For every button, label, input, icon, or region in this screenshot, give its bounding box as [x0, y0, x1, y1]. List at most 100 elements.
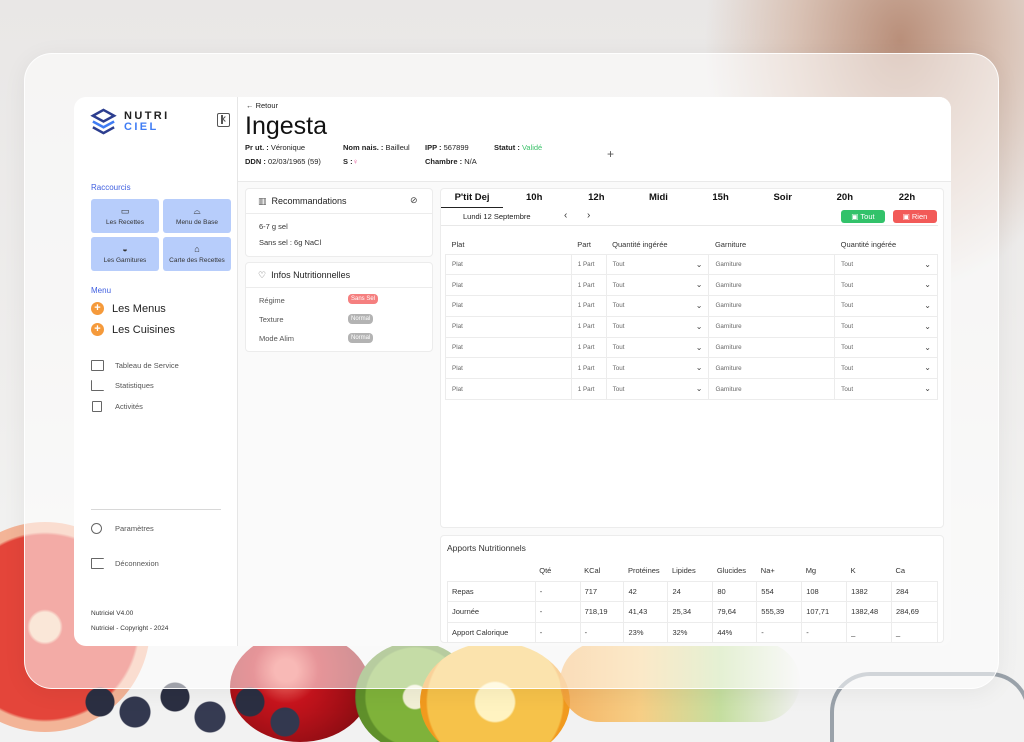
- chevron-down-icon[interactable]: ⌄: [924, 322, 931, 331]
- tab-10h[interactable]: 10h: [503, 189, 565, 208]
- chevron-down-icon[interactable]: ⌄: [924, 280, 931, 289]
- plat-cell[interactable]: Plat: [445, 378, 572, 401]
- value-cell: 24: [667, 580, 714, 602]
- garniture-cell[interactable]: Garniture: [708, 378, 836, 401]
- back-label: Retour: [255, 101, 279, 110]
- info-ipp: IPP : 567899: [425, 143, 469, 152]
- shortcut-menu-de-base[interactable]: ⌓ Menu de Base: [163, 199, 231, 233]
- nav-statistiques[interactable]: Statistiques: [91, 380, 154, 391]
- nav-activites[interactable]: Activités: [91, 401, 143, 412]
- apports-card: Apports Nutritionnels Qté KCal Protéines Li…: [440, 535, 944, 643]
- shortcut-carte-des-recettes[interactable]: ⌂ Carte des Recettes: [163, 237, 231, 271]
- quantity-select[interactable]: Tout ⌄: [834, 357, 938, 380]
- tab-ptit-dej[interactable]: P'tit Dej: [441, 189, 504, 208]
- value-cell: 25,34: [667, 601, 714, 623]
- recommandations-card: ▥ Recommandations ⊘ 6-7 g sel Sans sel :…: [245, 188, 433, 257]
- eye-off-icon[interactable]: ⊘: [410, 195, 418, 206]
- chevron-down-icon[interactable]: ⌄: [696, 384, 703, 393]
- info-row-label: Texture: [259, 315, 284, 324]
- add-info-button[interactable]: +: [607, 147, 614, 161]
- quantity-select[interactable]: Tout ⌄: [834, 315, 938, 338]
- garniture-cell[interactable]: Garniture: [708, 274, 836, 297]
- date-row: Lundi 12 Septembre ‹ › ▣ Tout ▣ Rien: [441, 208, 938, 226]
- back-link[interactable]: ← Retour: [246, 101, 278, 110]
- value-cell: 284,69: [891, 601, 938, 623]
- plat-cell[interactable]: Plat: [445, 253, 572, 276]
- collapse-sidebar-icon[interactable]: [217, 113, 230, 127]
- garniture-cell[interactable]: Garniture: [708, 253, 836, 276]
- quantity-select[interactable]: Tout ⌄: [605, 378, 710, 401]
- meal-tabs: P'tit Dej 10h 12h Midi 15h Soir 20h 22h: [441, 189, 938, 208]
- version-text: Nutriciel V4.00: [91, 610, 134, 617]
- quantity-select[interactable]: Tout ⌄: [834, 378, 938, 401]
- tab-12h[interactable]: 12h: [565, 189, 627, 208]
- nav-parametres[interactable]: Paramètres: [91, 523, 154, 534]
- sidebar-divider: [91, 509, 221, 510]
- plat-cell[interactable]: Plat: [445, 274, 572, 297]
- logout-icon: [91, 558, 104, 569]
- tab-midi[interactable]: Midi: [627, 189, 689, 208]
- all-button[interactable]: ▣ Tout: [841, 210, 885, 223]
- menu-title: Menu: [91, 286, 112, 295]
- part-cell: 1 Part: [570, 315, 607, 338]
- table-row: Plat 1 Part Tout ⌄ Garniture Tout ⌄: [445, 357, 938, 380]
- shortcut-label: Carte des Recettes: [169, 257, 225, 264]
- column-header: Plat: [451, 239, 465, 249]
- column-header: Part: [577, 239, 591, 249]
- nav-tableau-de-service[interactable]: Tableau de Service: [91, 360, 179, 371]
- table-row: Journée -718,19 41,43 25,34 79,64 555,39 107,7…: [447, 601, 938, 623]
- quantity-select[interactable]: Tout ⌄: [605, 336, 710, 359]
- chevron-down-icon[interactable]: ⌄: [696, 343, 703, 352]
- value-cell: 1382,48: [846, 601, 893, 623]
- tab-20h[interactable]: 20h: [814, 189, 876, 208]
- heart-pulse-icon: ♡: [258, 269, 267, 280]
- quantity-select[interactable]: Tout ⌄: [605, 295, 710, 317]
- garniture-cell[interactable]: Garniture: [708, 357, 836, 380]
- quantity-select[interactable]: Tout ⌄: [834, 274, 938, 297]
- chevron-down-icon[interactable]: ⌄: [924, 343, 931, 352]
- logo[interactable]: NUTRI CIEL: [90, 108, 170, 135]
- none-button[interactable]: ▣ Rien: [893, 210, 937, 223]
- garniture-cell[interactable]: Garniture: [708, 336, 836, 359]
- column-header: Quantité ingérée: [612, 239, 668, 249]
- chevron-down-icon[interactable]: ⌄: [924, 384, 931, 393]
- value-cell: 718,19: [579, 601, 625, 623]
- garniture-cell[interactable]: Garniture: [708, 295, 836, 317]
- chevron-down-icon[interactable]: ⌄: [696, 280, 703, 289]
- quantity-select[interactable]: Tout ⌄: [605, 315, 710, 338]
- tab-soir[interactable]: Soir: [752, 189, 814, 208]
- shortcut-les-recettes[interactable]: ▭ Les Recettes: [91, 199, 159, 233]
- chevron-down-icon[interactable]: ⌄: [924, 301, 931, 310]
- card-header: ♡ Infos Nutritionnelles: [246, 263, 432, 288]
- texture-badge: Normal: [348, 314, 374, 324]
- tab-22h[interactable]: 22h: [876, 189, 938, 208]
- chevron-down-icon[interactable]: ⌄: [696, 363, 703, 372]
- quantity-select[interactable]: Tout ⌄: [834, 295, 938, 317]
- shortcut-les-garnitures[interactable]: ◒ Les Garnitures: [91, 237, 159, 271]
- quantity-select[interactable]: Tout ⌄: [834, 336, 938, 359]
- quantity-select[interactable]: Tout ⌄: [605, 357, 710, 380]
- quantity-select[interactable]: Tout ⌄: [605, 253, 710, 276]
- plat-cell[interactable]: Plat: [445, 295, 572, 317]
- menu-les-cuisines[interactable]: + Les Cuisines: [91, 323, 175, 336]
- chevron-down-icon[interactable]: ⌄: [696, 301, 703, 310]
- chevron-down-icon[interactable]: ⌄: [696, 322, 703, 331]
- chevron-down-icon[interactable]: ⌄: [924, 363, 931, 372]
- menu-les-menus[interactable]: + Les Menus: [91, 302, 166, 315]
- table-row: Plat 1 Part Tout ⌄ Garniture Tout ⌄: [445, 295, 938, 317]
- chevron-down-icon[interactable]: ⌄: [924, 260, 931, 269]
- tab-15h[interactable]: 15h: [690, 189, 752, 208]
- chevron-right-icon[interactable]: ›: [587, 210, 590, 221]
- chevron-left-icon[interactable]: ‹: [564, 210, 567, 221]
- quantity-select[interactable]: Tout ⌄: [605, 274, 710, 297]
- column-header: Protéines: [627, 566, 660, 576]
- plat-cell[interactable]: Plat: [445, 357, 572, 380]
- chevron-down-icon[interactable]: ⌄: [696, 260, 703, 269]
- none-button-label: Rien: [911, 212, 928, 221]
- column-header: K: [850, 566, 856, 576]
- nav-deconnexion[interactable]: Déconnexion: [91, 558, 159, 569]
- quantity-select[interactable]: Tout ⌄: [834, 253, 938, 276]
- plat-cell[interactable]: Plat: [445, 315, 572, 338]
- plat-cell[interactable]: Plat: [445, 336, 572, 359]
- garniture-cell[interactable]: Garniture: [708, 315, 836, 338]
